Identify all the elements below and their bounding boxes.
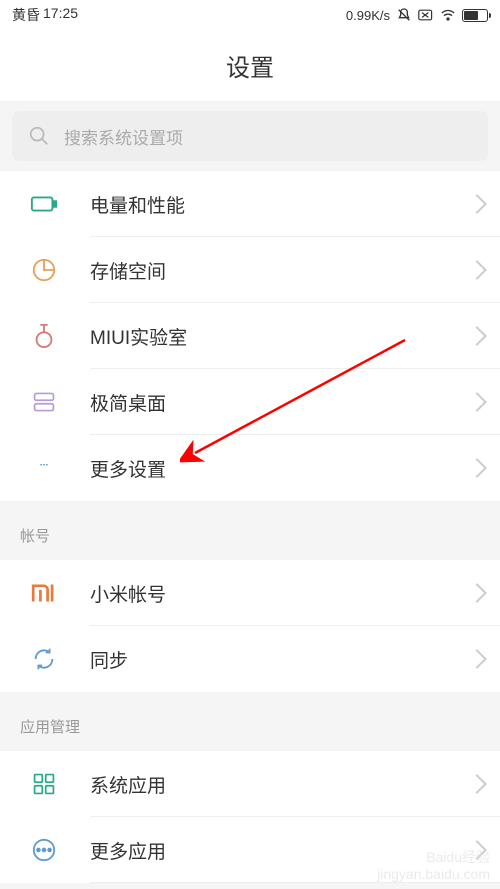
sync-icon bbox=[30, 645, 58, 673]
item-more-settings[interactable]: 更多设置 bbox=[0, 435, 500, 501]
lab-icon bbox=[30, 322, 58, 350]
item-label: 小米帐号 bbox=[90, 580, 470, 607]
search-icon bbox=[28, 125, 50, 147]
watermark-line1: Baidu经验 bbox=[377, 849, 490, 866]
wifi-icon bbox=[440, 7, 456, 23]
chevron-right-icon bbox=[467, 326, 487, 346]
chevron-right-icon bbox=[467, 392, 487, 412]
mi-icon bbox=[30, 579, 58, 607]
item-label: 同步 bbox=[90, 646, 470, 673]
more-icon bbox=[30, 454, 58, 482]
item-system-apps[interactable]: 系统应用 bbox=[0, 751, 500, 817]
chevron-right-icon bbox=[467, 583, 487, 603]
item-label: 更多设置 bbox=[90, 455, 470, 482]
search-placeholder: 搜索系统设置项 bbox=[64, 124, 183, 149]
item-miui-lab[interactable]: MIUI实验室 bbox=[0, 303, 500, 369]
battery-perf-icon bbox=[30, 190, 58, 218]
item-mi-account[interactable]: 小米帐号 bbox=[0, 560, 500, 626]
section-header-account: 帐号 bbox=[0, 511, 500, 560]
item-sync[interactable]: 同步 bbox=[0, 626, 500, 692]
settings-group-account: 小米帐号 同步 bbox=[0, 560, 500, 692]
mute-icon bbox=[396, 7, 412, 23]
status-time: 黄昏 17:25 bbox=[12, 5, 78, 25]
launcher-icon bbox=[30, 388, 58, 416]
data-rate: 0.99K/s bbox=[346, 8, 390, 23]
item-label: MIUI实验室 bbox=[90, 323, 470, 350]
chevron-right-icon bbox=[467, 260, 487, 280]
page-title: 设置 bbox=[0, 48, 500, 83]
storage-icon bbox=[30, 256, 58, 284]
chevron-right-icon bbox=[467, 194, 487, 214]
search-input[interactable]: 搜索系统设置项 bbox=[12, 111, 488, 161]
section-header-apps: 应用管理 bbox=[0, 702, 500, 751]
status-right: 0.99K/s bbox=[346, 7, 488, 23]
item-label: 电量和性能 bbox=[90, 191, 470, 218]
more-apps-icon bbox=[30, 836, 58, 864]
item-label: 存储空间 bbox=[90, 257, 470, 284]
status-bar: 黄昏 17:25 0.99K/s bbox=[0, 0, 500, 30]
battery-icon bbox=[462, 9, 488, 22]
header: 设置 bbox=[0, 30, 500, 101]
apps-icon bbox=[30, 770, 58, 798]
chevron-right-icon bbox=[467, 774, 487, 794]
watermark: Baidu经验 jingyan.baidu.com bbox=[377, 849, 490, 883]
item-battery-performance[interactable]: 电量和性能 bbox=[0, 171, 500, 237]
item-simple-launcher[interactable]: 极简桌面 bbox=[0, 369, 500, 435]
chevron-right-icon bbox=[467, 458, 487, 478]
item-label: 系统应用 bbox=[90, 771, 470, 798]
chevron-right-icon bbox=[467, 649, 487, 669]
time: 17:25 bbox=[43, 5, 78, 25]
time-prefix: 黄昏 bbox=[12, 5, 40, 25]
item-label: 极简桌面 bbox=[90, 389, 470, 416]
watermark-line2: jingyan.baidu.com bbox=[377, 866, 490, 883]
sim-icon bbox=[418, 7, 434, 23]
settings-group-1: 电量和性能 存储空间 MIUI实验室 bbox=[0, 171, 500, 501]
item-storage[interactable]: 存储空间 bbox=[0, 237, 500, 303]
